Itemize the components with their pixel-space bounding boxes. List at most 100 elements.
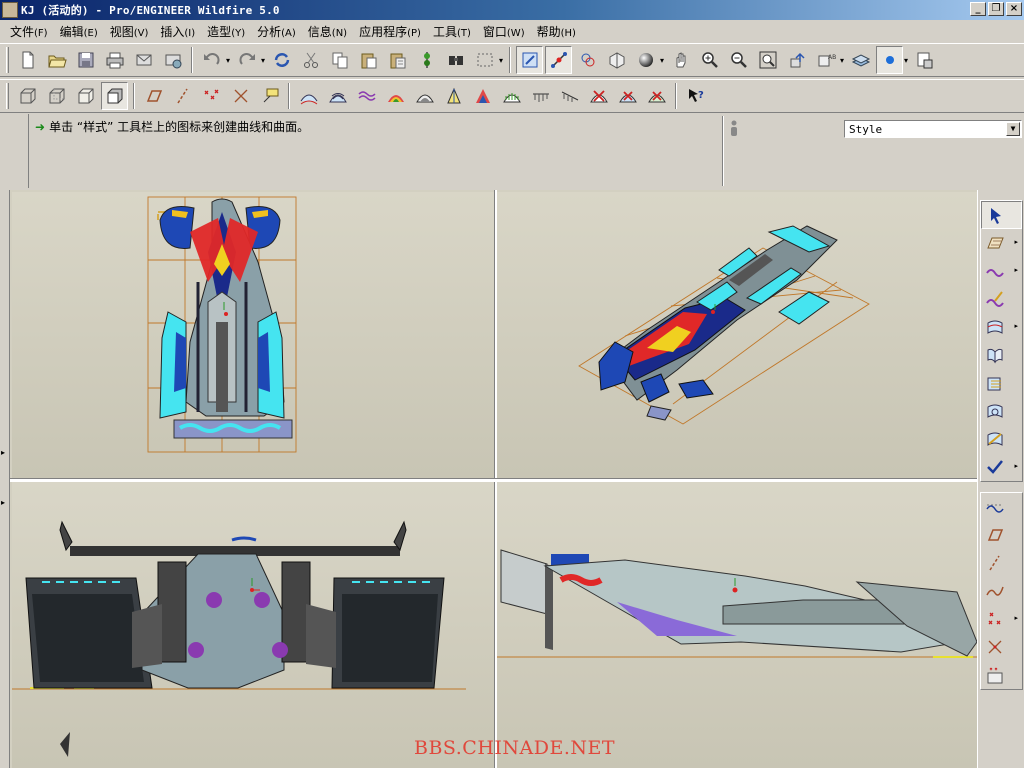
- flyout-arrow-icon[interactable]: ▸: [1014, 238, 1018, 246]
- sketched-curve-button[interactable]: [981, 577, 1022, 605]
- regenerate-button[interactable]: [268, 46, 295, 74]
- reflection-button[interactable]: [324, 82, 351, 110]
- draft-button[interactable]: [469, 82, 496, 110]
- shaded-curvature-button[interactable]: [382, 82, 409, 110]
- open-button[interactable]: [43, 46, 70, 74]
- spin-center-button[interactable]: [545, 46, 572, 74]
- redo-dropdown-icon[interactable]: ▾: [259, 56, 267, 65]
- paste-button[interactable]: [355, 46, 382, 74]
- datum-points-button[interactable]: [198, 82, 225, 110]
- menu-view[interactable]: 视图(V): [104, 23, 155, 40]
- flyout-arrow-icon[interactable]: ▸: [1014, 614, 1018, 622]
- repaint-button[interactable]: [516, 46, 543, 74]
- find-button[interactable]: [442, 46, 469, 74]
- connection-button[interactable]: [556, 82, 583, 110]
- traffic-light-button[interactable]: [413, 46, 440, 74]
- chevron-down-icon[interactable]: ▼: [1006, 122, 1020, 136]
- active-plane-button[interactable]: ▸: [981, 229, 1022, 257]
- send-link-button[interactable]: [159, 46, 186, 74]
- context-help-button[interactable]: ?: [682, 82, 709, 110]
- named-view-button[interactable]: [911, 46, 938, 74]
- message-handle-icon[interactable]: [728, 118, 740, 138]
- display-style-dropdown-icon[interactable]: ▾: [902, 56, 910, 65]
- menu-applications[interactable]: 应用程序(P): [353, 23, 427, 40]
- delete-analysis-button[interactable]: [643, 82, 670, 110]
- coordinate-system-button[interactable]: [981, 633, 1022, 661]
- new-button[interactable]: [14, 46, 41, 74]
- minimize-button[interactable]: _: [970, 2, 986, 16]
- refit-button[interactable]: [754, 46, 781, 74]
- menu-tools[interactable]: 工具(T): [427, 23, 477, 40]
- expand-arrow-icon[interactable]: ▸: [1, 498, 8, 507]
- menu-style[interactable]: 造型(Y): [201, 23, 251, 40]
- zoom-in-button[interactable]: [696, 46, 723, 74]
- viewport-isometric[interactable]: [497, 192, 977, 478]
- shading-button[interactable]: [632, 46, 659, 74]
- orient-view-button[interactable]: [783, 46, 810, 74]
- datum-axis-button[interactable]: [981, 549, 1022, 577]
- zoom-out-button[interactable]: [725, 46, 752, 74]
- section-button[interactable]: [353, 82, 380, 110]
- select-dropdown-icon[interactable]: ▾: [497, 56, 505, 65]
- menu-edit[interactable]: 编辑(E): [54, 23, 104, 40]
- save-button[interactable]: [72, 46, 99, 74]
- analysis-feature-button[interactable]: [981, 661, 1022, 689]
- datum-point-button[interactable]: ▸: [981, 605, 1022, 633]
- hidden-line-button[interactable]: [43, 82, 70, 110]
- menu-file[interactable]: 文件(F): [4, 23, 54, 40]
- curve-button[interactable]: ▸: [981, 257, 1022, 285]
- shaded-button[interactable]: [101, 82, 128, 110]
- surface-trim-button[interactable]: [981, 369, 1022, 397]
- saved-views-button[interactable]: AB: [812, 46, 839, 74]
- graphics-area[interactable]: ▸ ▸: [0, 190, 977, 768]
- no-hidden-button[interactable]: [72, 82, 99, 110]
- menu-window[interactable]: 窗口(W): [477, 23, 531, 40]
- viewport-top[interactable]: [12, 192, 494, 478]
- menu-insert[interactable]: 插入(I): [154, 23, 201, 40]
- message-divider[interactable]: [722, 116, 724, 186]
- viewport-front[interactable]: [12, 482, 494, 768]
- surface-edit-button[interactable]: [981, 397, 1022, 425]
- menu-info[interactable]: 信息(N): [302, 23, 353, 40]
- datum-axes-button[interactable]: [169, 82, 196, 110]
- toolbar-grip[interactable]: [6, 83, 9, 109]
- viewport-side[interactable]: [497, 482, 977, 768]
- select-box-button[interactable]: [471, 46, 498, 74]
- layers-button[interactable]: [847, 46, 874, 74]
- dihedral-button[interactable]: [440, 82, 467, 110]
- undo-button[interactable]: [198, 46, 225, 74]
- shading-dropdown-icon[interactable]: ▾: [658, 56, 666, 65]
- menu-help[interactable]: 帮助(H): [531, 23, 582, 40]
- left-sash[interactable]: ▸ ▸: [0, 190, 10, 768]
- flyout-arrow-icon[interactable]: ▸: [1014, 462, 1018, 470]
- datum-plane-button[interactable]: [981, 521, 1022, 549]
- view-manager-button[interactable]: [603, 46, 630, 74]
- style-selector[interactable]: Style ▼: [844, 120, 1022, 138]
- horizontal-splitter[interactable]: [10, 478, 977, 482]
- annotations-button[interactable]: [256, 82, 283, 110]
- close-button[interactable]: ×: [1006, 2, 1022, 16]
- redo-button[interactable]: [233, 46, 260, 74]
- wireframe-button[interactable]: [14, 82, 41, 110]
- display-style-button[interactable]: [876, 46, 903, 74]
- offset-button[interactable]: [527, 82, 554, 110]
- copy-button[interactable]: [326, 46, 353, 74]
- curve-on-surface-button[interactable]: [981, 425, 1022, 453]
- send-email-button[interactable]: [130, 46, 157, 74]
- datum-curve-button[interactable]: [981, 493, 1022, 521]
- select-tool-button[interactable]: [981, 201, 1022, 229]
- toolbar-grip[interactable]: [6, 47, 9, 73]
- orient-button[interactable]: [574, 46, 601, 74]
- slope-button[interactable]: [411, 82, 438, 110]
- collapse-arrow-icon[interactable]: ▸: [1, 448, 8, 457]
- deviation-button[interactable]: [498, 82, 525, 110]
- datum-planes-button[interactable]: [140, 82, 167, 110]
- saved-views-dropdown-icon[interactable]: ▾: [838, 56, 846, 65]
- restore-button[interactable]: ❐: [988, 2, 1004, 16]
- flyout-arrow-icon[interactable]: ▸: [1014, 322, 1018, 330]
- surface-button[interactable]: ▸: [981, 313, 1022, 341]
- menu-analysis[interactable]: 分析(A): [251, 23, 302, 40]
- edit-curve-button[interactable]: [981, 285, 1022, 313]
- cut-button[interactable]: [297, 46, 324, 74]
- paste-special-button[interactable]: [384, 46, 411, 74]
